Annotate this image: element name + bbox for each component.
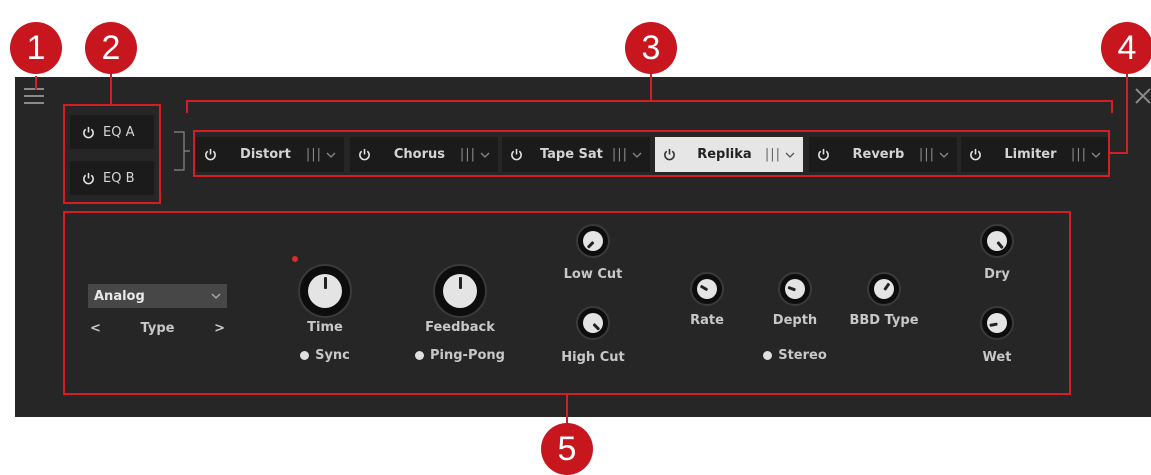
menu-icon[interactable] [24, 88, 44, 104]
callout-1: 1 [10, 22, 62, 74]
annotation-box-5 [63, 211, 1071, 395]
annotation-bracket-3-left [186, 100, 188, 113]
callout-3: 3 [625, 22, 677, 74]
annotation-line-1 [35, 76, 37, 90]
annotation-box-2 [63, 104, 161, 204]
annotation-bracket-3 [186, 100, 1113, 102]
annotation-line-2 [110, 70, 112, 105]
annotation-line-4-vertical [1126, 74, 1128, 154]
annotation-bracket-3-right [1111, 100, 1113, 113]
eq-bracket [174, 131, 190, 171]
callout-4: 4 [1101, 22, 1151, 74]
callout-5: 5 [541, 423, 593, 475]
callout-2: 2 [85, 22, 137, 74]
annotation-line-3 [650, 70, 652, 101]
annotation-box-chain [193, 130, 1110, 177]
annotation-line-4-horizontal [1108, 152, 1128, 154]
close-icon[interactable] [1133, 86, 1151, 106]
